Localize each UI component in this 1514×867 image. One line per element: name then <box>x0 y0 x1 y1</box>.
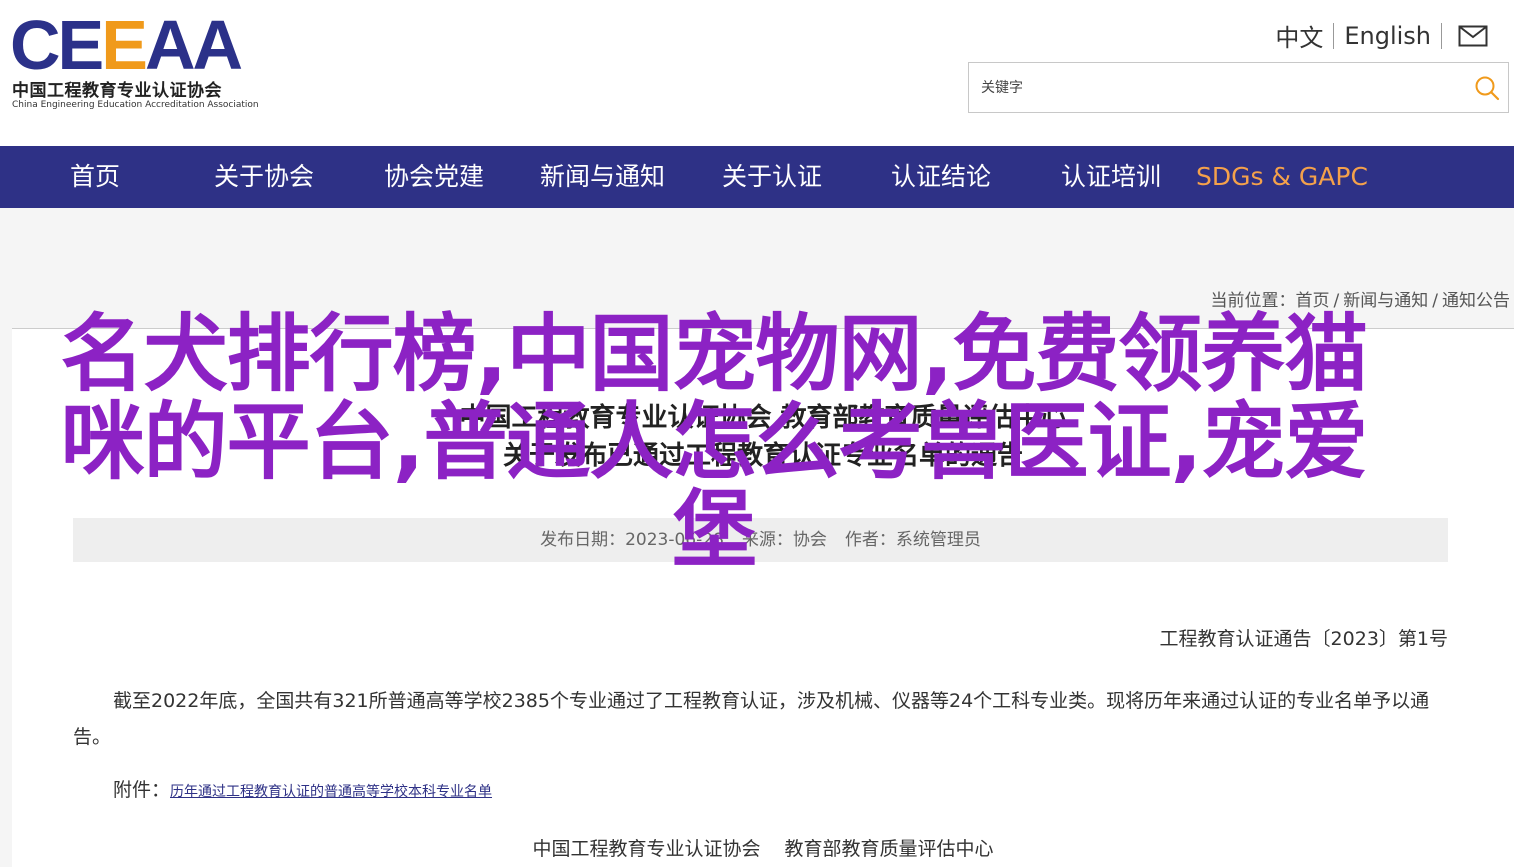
ceeaa-logo[interactable]: CEEAA 中国工程教育专业认证协会 China Engineering Edu… <box>10 6 266 114</box>
breadcrumb-separator: / <box>1432 291 1438 311</box>
search-input[interactable] <box>969 63 1473 112</box>
breadcrumb-prefix: 当前位置： <box>1210 291 1296 311</box>
publish-date: 发布日期：2023-06-28 <box>540 530 724 550</box>
nav-item-sdgs-gapc[interactable]: SDGs & GAPC <box>1196 146 1368 208</box>
article-signature: 中国工程教育专业认证协会 教育部教育质量评估中心 <box>12 834 1514 861</box>
lang-divider <box>1441 22 1442 49</box>
attachment-link[interactable]: 历年通过工程教育认证的普通高等学校本科专业名单 <box>170 784 492 800</box>
article-title-line-2: 关于发布已通过工程教育认证专业名单的通告 <box>502 441 1023 471</box>
logo-chinese-name: 中国工程教育专业认证协会 <box>12 81 222 101</box>
breadcrumb-home[interactable]: 首页 <box>1296 291 1330 311</box>
lang-english-link[interactable]: English <box>1334 22 1441 50</box>
logo-english-name: China Engineering Education Accreditatio… <box>12 100 259 110</box>
signature-evaluation-center: 教育部教育质量评估中心 <box>784 838 994 860</box>
nav-item-conclusions[interactable]: 认证结论 <box>891 146 991 208</box>
nav-item-news[interactable]: 新闻与通知 <box>540 146 665 208</box>
article-title-line-1: 中国工程教育专业认证协会 教育部教育质量评估中心 <box>459 403 1067 433</box>
breadcrumb-news[interactable]: 新闻与通知 <box>1343 291 1428 311</box>
mail-icon[interactable] <box>1458 25 1488 47</box>
language-switcher: 中文 English <box>1265 18 1488 53</box>
signature-association: 中国工程教育专业认证协会 <box>532 838 761 860</box>
article-meta: 发布日期：2023-06-28 来源：协会 作者：系统管理员 <box>73 518 1448 562</box>
article: 中国工程教育专业认证协会 教育部教育质量评估中心 关于发布已通过工程教育认证专业… <box>12 329 1514 867</box>
search-box <box>968 62 1509 113</box>
search-icon[interactable] <box>1474 75 1500 101</box>
nav-item-about[interactable]: 关于协会 <box>214 146 314 208</box>
article-title: 中国工程教育专业认证协会 教育部教育质量评估中心 关于发布已通过工程教育认证专业… <box>12 399 1514 475</box>
content-area: 当前位置：首页 / 新闻与通知 / 通知公告 中国工程教育专业认证协会 教育部教育质量评… <box>0 208 1514 867</box>
nav-item-home[interactable]: 首页 <box>70 146 120 208</box>
site-header: CEEAA 中国工程教育专业认证协会 China Engineering Edu… <box>0 0 1514 146</box>
article-paragraph: 截至2022年底，全国共有321所普通高等学校2385个专业通过了工程教育认证，… <box>73 690 1430 748</box>
breadcrumb-separator: / <box>1333 291 1340 311</box>
main-nav: 首页 关于协会 协会党建 新闻与通知 关于认证 认证结论 认证培训 SDGs &… <box>0 146 1514 208</box>
logo-wordmark: CEEAA <box>10 6 243 84</box>
breadcrumb-notices[interactable]: 通知公告 <box>1442 291 1510 311</box>
nav-item-party[interactable]: 协会党建 <box>384 146 484 208</box>
attachment: 附件：历年通过工程教育认证的普通高等学校本科专业名单 <box>113 775 492 802</box>
lang-chinese-link[interactable]: 中文 <box>1265 18 1333 53</box>
breadcrumb: 当前位置：首页 / 新闻与通知 / 通知公告 <box>1211 286 1510 311</box>
nav-item-training[interactable]: 认证培训 <box>1061 146 1161 208</box>
article-source: 来源：协会 <box>741 530 827 550</box>
article-author: 作者：系统管理员 <box>844 530 981 550</box>
attachment-label: 附件： <box>113 779 171 801</box>
notice-number: 工程教育认证通告〔2023〕第1号 <box>1159 628 1448 650</box>
nav-item-accreditation[interactable]: 关于认证 <box>722 146 822 208</box>
